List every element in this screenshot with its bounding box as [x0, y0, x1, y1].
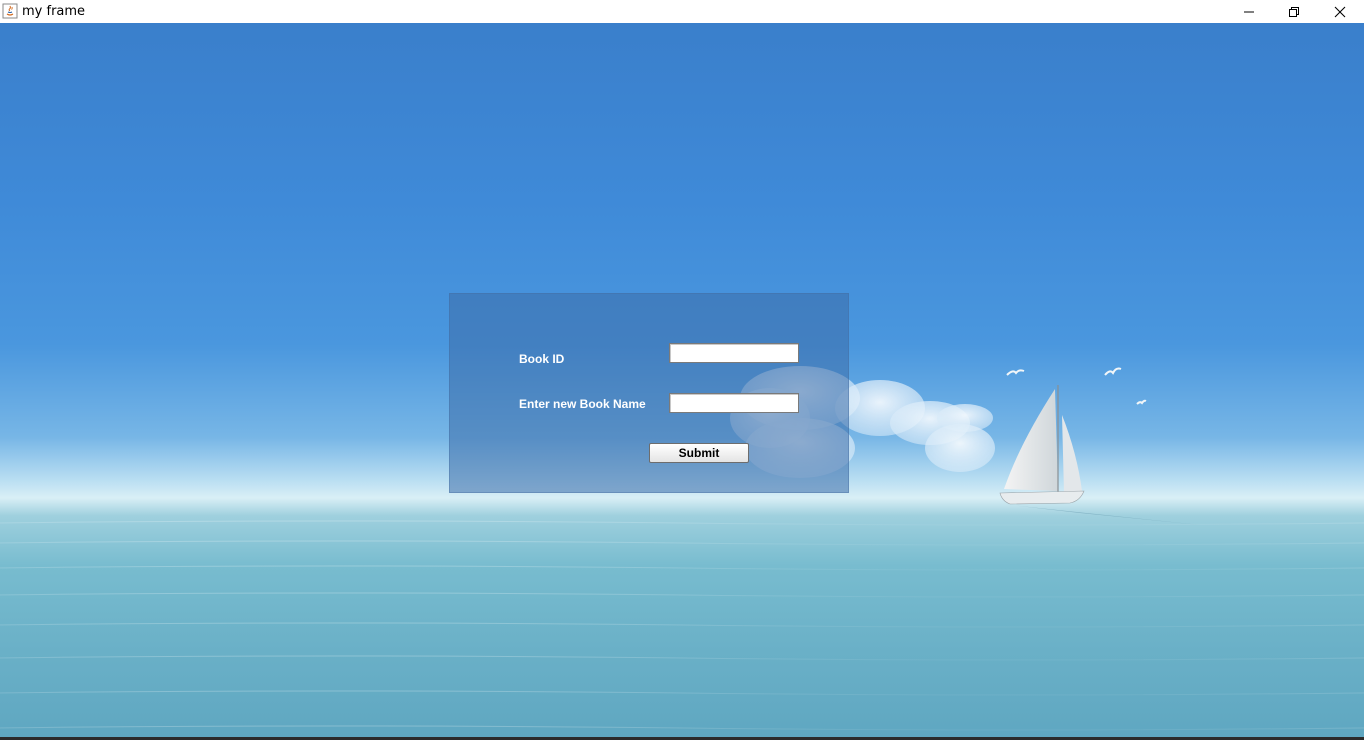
restore-button[interactable] — [1271, 0, 1317, 23]
restore-icon — [1289, 6, 1299, 17]
title-bar: my frame — [0, 0, 1364, 23]
java-icon — [2, 3, 18, 19]
sea-ripples — [0, 520, 1364, 731]
close-button[interactable] — [1317, 0, 1363, 23]
minimize-icon — [1244, 11, 1254, 12]
seagull-icons — [1006, 367, 1147, 405]
submit-button[interactable]: Submit — [649, 443, 749, 463]
close-icon — [1334, 6, 1346, 17]
edit-book-panel: Book ID Enter new Book Name Submit — [449, 293, 849, 493]
minimize-button[interactable] — [1226, 0, 1272, 23]
app-window: my frame Book ID Enter new Book Name Sub… — [0, 0, 1364, 740]
window-title: my frame — [22, 4, 86, 19]
book-id-input[interactable] — [669, 343, 799, 363]
book-name-label: Enter new Book Name — [519, 397, 646, 411]
background-scene: Book ID Enter new Book Name Submit — [0, 23, 1364, 737]
book-name-input[interactable] — [669, 393, 799, 413]
sailboat-icon — [999, 385, 1200, 525]
book-id-label: Book ID — [519, 352, 565, 366]
